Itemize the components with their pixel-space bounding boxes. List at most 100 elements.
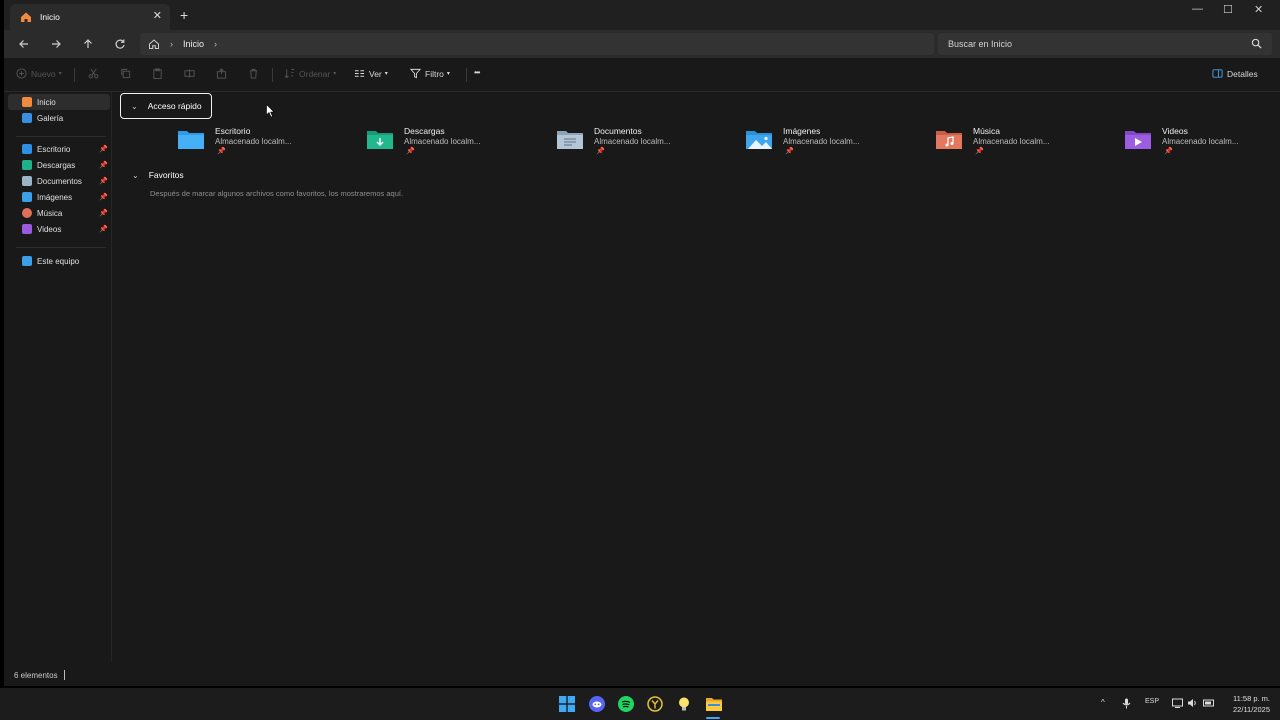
videos-folder-icon bbox=[1125, 131, 1151, 149]
command-bar: Nuevo ▾ Ordenar ▾ Ver ▾ Filtro ▾ ••• Det… bbox=[4, 58, 1280, 92]
item-location: Almacenado localm... bbox=[404, 137, 481, 146]
downloads-icon bbox=[22, 160, 32, 170]
search-input[interactable] bbox=[948, 39, 1238, 49]
battery-icon[interactable] bbox=[1203, 698, 1215, 710]
details-pane-icon bbox=[1212, 69, 1223, 78]
filter-button[interactable]: Filtro ▾ bbox=[410, 68, 450, 79]
status-bar: 6 elementos bbox=[4, 668, 304, 682]
plus-circle-icon bbox=[16, 68, 27, 79]
sidebar-item-este-equipo[interactable]: Este equipo bbox=[8, 253, 110, 269]
volume-icon[interactable] bbox=[1187, 698, 1198, 710]
sidebar-item-label: Videos bbox=[37, 224, 62, 234]
item-count: 6 elementos bbox=[14, 670, 58, 680]
sort-label: Ordenar bbox=[299, 68, 331, 79]
main-content: ⌄ Acceso rápido Escritorio Almacenado lo… bbox=[113, 92, 1280, 662]
quick-access-imagenes[interactable]: Imágenes Almacenado localm... 📌 bbox=[745, 126, 925, 158]
quick-access-musica[interactable]: Música Almacenado localm... 📌 bbox=[935, 126, 1115, 158]
quick-access-descargas[interactable]: Descargas Almacenado localm... 📌 bbox=[366, 126, 546, 158]
discord-icon[interactable] bbox=[587, 694, 607, 714]
new-tab-button[interactable]: + bbox=[180, 7, 188, 23]
view-button[interactable]: Ver ▾ bbox=[354, 68, 388, 79]
pin-icon: 📌 bbox=[975, 148, 984, 155]
forward-button[interactable] bbox=[48, 36, 64, 52]
copy-button[interactable] bbox=[120, 68, 135, 79]
pin-icon: 📌 bbox=[99, 146, 108, 153]
sort-button[interactable]: Ordenar ▾ bbox=[284, 68, 336, 79]
paste-button[interactable] bbox=[152, 68, 167, 79]
tab-inicio[interactable]: Inicio ✕ bbox=[10, 4, 170, 30]
quick-access-videos[interactable]: Videos Almacenado localm... 📌 bbox=[1124, 126, 1280, 158]
sidebar-item-inicio[interactable]: Inicio bbox=[8, 94, 110, 110]
pin-icon: 📌 bbox=[99, 194, 108, 201]
maximize-button[interactable]: ☐ bbox=[1223, 3, 1233, 16]
file-explorer-icon[interactable] bbox=[704, 694, 724, 714]
address-bar[interactable]: › Inicio › bbox=[140, 33, 934, 55]
app-icon[interactable] bbox=[645, 694, 665, 714]
windows-start-icon[interactable] bbox=[557, 694, 577, 714]
lightbulb-icon[interactable] bbox=[674, 694, 694, 714]
favorites-header[interactable]: ⌄ Favoritos bbox=[132, 170, 184, 180]
item-name: Imágenes bbox=[783, 126, 821, 136]
network-icon[interactable] bbox=[1172, 698, 1183, 710]
pictures-icon bbox=[22, 192, 32, 202]
clipboard-icon bbox=[153, 68, 162, 79]
arrow-right-icon bbox=[52, 40, 61, 48]
more-options-button[interactable]: ••• bbox=[474, 68, 480, 77]
sidebar-item-documentos[interactable]: Documentos 📌 bbox=[8, 173, 110, 189]
quick-access-header[interactable]: ⌄ Acceso rápido bbox=[120, 93, 212, 119]
share-icon bbox=[216, 68, 227, 79]
up-button[interactable] bbox=[80, 36, 96, 52]
title-bar: Inicio ✕ + — ☐ ✕ bbox=[4, 0, 1280, 30]
view-icon bbox=[354, 70, 365, 77]
new-button[interactable]: Nuevo ▾ bbox=[16, 68, 62, 79]
pin-icon: 📌 bbox=[99, 162, 108, 169]
sidebar-item-musica[interactable]: Música 📌 bbox=[8, 205, 110, 221]
share-button[interactable] bbox=[216, 68, 231, 79]
chevron-down-icon: ⌄ bbox=[132, 170, 139, 180]
sidebar-item-imagenes[interactable]: Imágenes 📌 bbox=[8, 189, 110, 205]
tray-overflow-chevron-icon[interactable]: ^ bbox=[1101, 698, 1105, 707]
details-label: Detalles bbox=[1227, 68, 1258, 79]
sidebar-item-galeria[interactable]: Galería bbox=[8, 110, 110, 126]
sidebar-item-descargas[interactable]: Descargas 📌 bbox=[8, 157, 110, 173]
quick-access-documentos[interactable]: Documentos Almacenado localm... 📌 bbox=[556, 126, 736, 158]
item-name: Videos bbox=[1162, 126, 1188, 136]
back-button[interactable] bbox=[16, 36, 32, 52]
search-box[interactable] bbox=[938, 33, 1272, 55]
cut-button[interactable] bbox=[88, 68, 103, 79]
rename-icon bbox=[184, 69, 195, 78]
pin-icon: 📌 bbox=[785, 148, 794, 155]
system-clock[interactable]: 11:58 p. m. 22/11/2025 bbox=[1233, 693, 1270, 715]
sidebar-item-label: Descargas bbox=[37, 160, 76, 170]
minimize-button[interactable]: — bbox=[1192, 3, 1203, 15]
clock-time: 11:58 p. m. bbox=[1233, 694, 1270, 703]
item-name: Descargas bbox=[404, 126, 445, 136]
refresh-button[interactable] bbox=[112, 36, 128, 52]
quick-access-escritorio[interactable]: Escritorio Almacenado localm... 📌 bbox=[177, 126, 357, 158]
home-icon bbox=[21, 12, 31, 22]
sidebar-item-label: Documentos bbox=[37, 176, 82, 186]
tab-close-button[interactable]: ✕ bbox=[153, 9, 162, 22]
music-icon bbox=[22, 208, 32, 218]
search-icon[interactable] bbox=[1251, 38, 1262, 49]
refresh-icon bbox=[115, 39, 125, 49]
language-indicator[interactable]: ESP bbox=[1145, 698, 1159, 705]
documents-folder-icon bbox=[557, 131, 583, 149]
delete-button[interactable] bbox=[248, 68, 263, 79]
music-folder-icon bbox=[936, 131, 962, 149]
sidebar-item-escritorio[interactable]: Escritorio 📌 bbox=[8, 141, 110, 157]
breadcrumb-inicio[interactable]: Inicio bbox=[183, 39, 204, 49]
item-location: Almacenado localm... bbox=[783, 137, 860, 146]
downloads-folder-icon bbox=[367, 131, 393, 149]
spotify-icon[interactable] bbox=[616, 694, 636, 714]
breadcrumb-chevron[interactable]: › bbox=[214, 39, 217, 49]
pin-icon: 📌 bbox=[406, 148, 415, 155]
details-button[interactable]: Detalles bbox=[1212, 68, 1258, 79]
rename-button[interactable] bbox=[184, 68, 199, 79]
active-app-indicator bbox=[706, 717, 720, 719]
divider bbox=[63, 670, 65, 680]
microphone-icon[interactable] bbox=[1122, 698, 1131, 711]
arrow-left-icon bbox=[19, 40, 28, 48]
sidebar-item-videos[interactable]: Videos 📌 bbox=[8, 221, 110, 237]
close-window-button[interactable]: ✕ bbox=[1254, 3, 1263, 16]
